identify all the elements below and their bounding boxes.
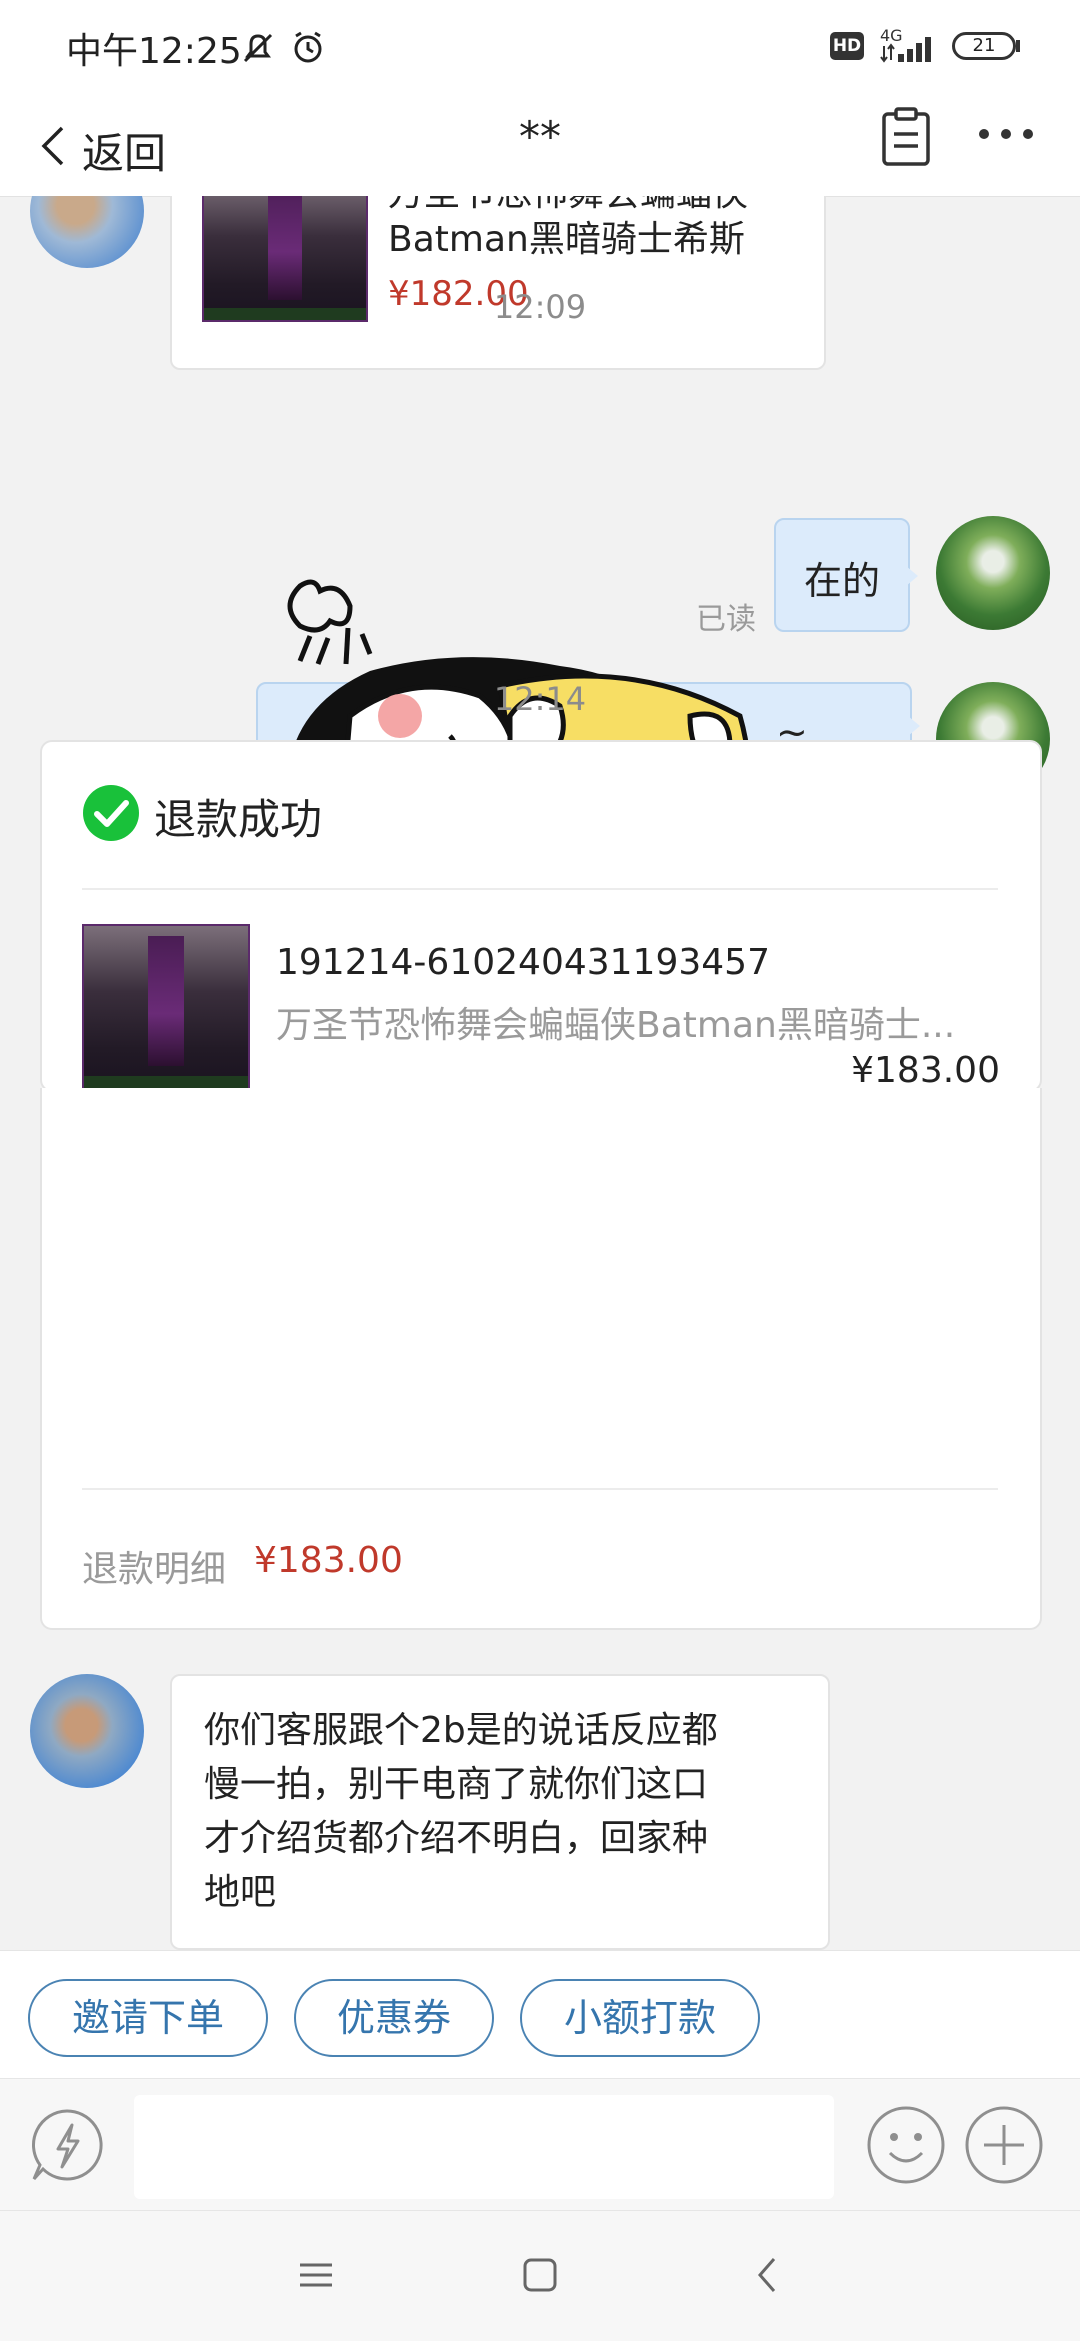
message-line: 地吧 xyxy=(204,1872,277,1913)
divider xyxy=(82,888,998,890)
product-title-line1: 万圣节恐怖舞会蝙蝠侠 xyxy=(388,196,808,210)
incoming-message-bubble[interactable]: 你们客服跟个2b是的说话反应都 慢一拍，别干电商了就你们这口 才介绍货都介绍不明… xyxy=(170,1674,830,1950)
refund-detail-label[interactable]: 退款明细 xyxy=(82,1540,226,1592)
customer-avatar[interactable] xyxy=(30,196,144,268)
figure-silhouette xyxy=(148,936,184,1066)
message-line: 才介绍货都介绍不明白，回家种 xyxy=(204,1818,709,1859)
status-time: 中午12:25 xyxy=(66,31,242,72)
system-navigation-bar xyxy=(0,2210,1080,2341)
refund-status: 退款成功 xyxy=(154,795,323,844)
divider xyxy=(82,1488,998,1490)
bubble-tail xyxy=(908,716,920,736)
message-text: 在的 xyxy=(804,559,881,603)
menu-icon[interactable] xyxy=(296,2255,336,2295)
check-circle-icon xyxy=(83,785,139,841)
alarm-clock-icon xyxy=(294,31,322,63)
home-icon[interactable] xyxy=(520,2255,560,2295)
outgoing-message-bubble[interactable]: 在的 xyxy=(774,518,910,632)
customer-avatar[interactable] xyxy=(30,1674,144,1788)
message-text: 你们客服跟个2b是的说话反应都 慢一拍，别干电商了就你们这口 才介绍货都介绍不明… xyxy=(204,1704,718,1920)
refund-detail-amount: ¥183.00 xyxy=(254,1540,403,1581)
refund-card-lower[interactable]: 退款明细 ¥183.00 xyxy=(40,1088,1042,1630)
timestamp: 12:14 xyxy=(493,680,587,718)
battery-indicator: 21 xyxy=(952,32,1016,60)
order-price: ¥183.00 xyxy=(851,1050,1000,1091)
order-product-title: 万圣节恐怖舞会蝙蝠侠Batman黑暗骑士... xyxy=(276,1005,956,1046)
agent-avatar[interactable] xyxy=(936,516,1050,630)
quick-reply-lightning-icon[interactable] xyxy=(26,2105,108,2187)
order-id: 191214-610240431193457 xyxy=(276,942,770,983)
add-plus-icon[interactable] xyxy=(964,2105,1044,2185)
coupon-button[interactable]: 优惠券 xyxy=(294,1979,494,2057)
timestamp: 12:09 xyxy=(493,288,587,326)
message-line: 你们客服跟个2b是的说话反应都 xyxy=(204,1710,718,1751)
quick-actions-bar: 邀请下单 优惠券 小额打款 xyxy=(0,1950,1080,2079)
battery-tip xyxy=(1016,40,1020,52)
message-input-bar xyxy=(0,2078,1080,2211)
product-title-line2: Batman黑暗骑士希斯 xyxy=(388,219,745,260)
product-thumbnail xyxy=(82,924,250,1092)
hd-badge: HD xyxy=(830,32,864,60)
refund-card[interactable]: 退款成功 191214-610240431193457 万圣节恐怖舞会蝙蝠侠Ba… xyxy=(40,740,1042,1092)
invite-order-button[interactable]: 邀请下单 xyxy=(28,1979,268,2057)
small-payment-button[interactable]: 小额打款 xyxy=(520,1979,760,2057)
product-card-message[interactable]: 万圣节恐怖舞会蝙蝠侠 Batman黑暗骑士希斯 ¥182.00 xyxy=(170,196,826,370)
figure-silhouette xyxy=(268,196,302,300)
emoji-icon[interactable] xyxy=(866,2105,946,2185)
status-bar: 中午12:25 HD 4G 21 xyxy=(0,0,1080,92)
message-input[interactable] xyxy=(134,2095,834,2199)
order-clipboard-icon[interactable] xyxy=(878,106,934,170)
back-nav-icon[interactable] xyxy=(748,2255,788,2295)
more-options-icon[interactable] xyxy=(976,124,1036,144)
message-line: 慢一拍，别干电商了就你们这口 xyxy=(204,1764,709,1805)
chat-header: 返回 ** xyxy=(0,92,1080,197)
mute-bell-icon xyxy=(243,33,273,63)
battery-level: 21 xyxy=(972,35,996,56)
signal-icon xyxy=(880,37,931,63)
bubble-tail xyxy=(906,566,918,586)
